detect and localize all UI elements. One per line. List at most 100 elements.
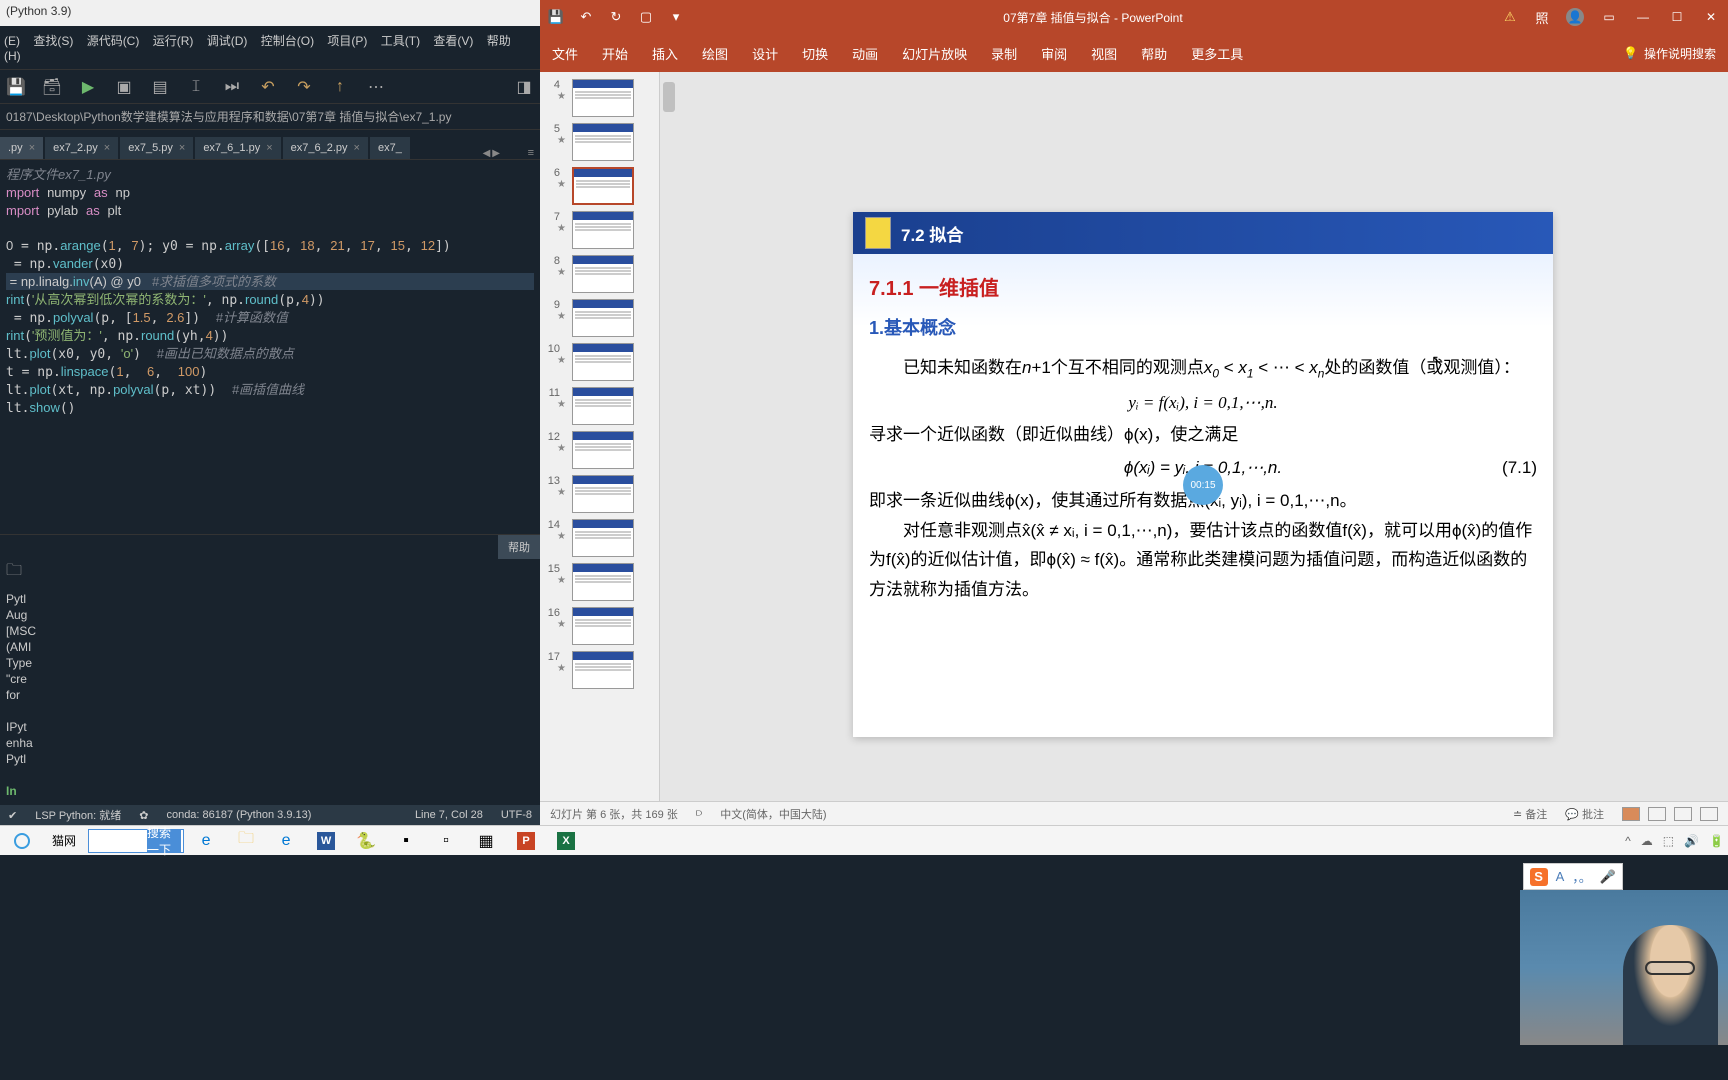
word-icon[interactable]: W [308, 828, 344, 854]
thumbnail-11[interactable]: 11★ [540, 384, 659, 428]
ime-mode[interactable]: A [1556, 869, 1565, 884]
mic-icon[interactable]: 🎤 [1600, 869, 1616, 885]
close-icon[interactable]: × [29, 142, 35, 154]
browser-tab[interactable]: 猫网 [44, 828, 84, 854]
reading-view-icon[interactable] [1674, 807, 1692, 821]
save-icon[interactable]: 💾 [8, 79, 24, 95]
volume-icon[interactable]: 🔊 [1684, 834, 1699, 848]
run-selection-icon[interactable]: ▤ [152, 79, 168, 95]
run-cell-icon[interactable]: ▣ [116, 79, 132, 95]
ie-icon[interactable] [4, 828, 40, 854]
comments-button[interactable]: 💬 批注 [1565, 806, 1604, 822]
slideshow-icon[interactable]: ▢ [638, 9, 654, 25]
app-icon[interactable]: ▫ [428, 828, 464, 854]
redo-icon[interactable]: ↷ [296, 79, 312, 95]
qat-more-icon[interactable]: ▾ [668, 9, 684, 25]
menu-debug[interactable]: 调试(D) [207, 34, 248, 48]
ie-icon-2[interactable]: e [268, 828, 304, 854]
current-slide[interactable]: 7.2 拟合 7.1.1 一维插值 1.基本概念 已知未知函数在n+1个互不相同… [853, 212, 1553, 737]
menu-run[interactable]: 运行(R) [153, 34, 194, 48]
menu-project[interactable]: 项目(P) [327, 34, 367, 48]
menu-tools[interactable]: 工具(T) [381, 34, 420, 48]
collapse-icon[interactable]: ≡ [528, 147, 534, 159]
ime-punct[interactable]: ，。 [1572, 867, 1592, 886]
ribbon-home[interactable]: 开始 [602, 44, 628, 63]
python-icon[interactable]: 🐍 [348, 828, 384, 854]
more-icon[interactable]: ⋯ [368, 79, 384, 95]
language-status[interactable]: 中文(简体，中国大陆) [720, 806, 826, 822]
thumb-scrollbar[interactable] [660, 72, 678, 801]
close-icon[interactable]: × [104, 142, 110, 154]
sorter-view-icon[interactable] [1648, 807, 1666, 821]
explorer-icon[interactable]: 🗀 [228, 828, 264, 854]
thumbnail-9[interactable]: 9★ [540, 296, 659, 340]
taskbar-search[interactable]: 搜索一下 [88, 829, 184, 853]
up-icon[interactable]: ↑ [332, 79, 348, 95]
save-all-icon[interactable]: 🗃 [44, 79, 60, 95]
thumbnail-7[interactable]: 7★ [540, 208, 659, 252]
maximize-icon[interactable]: ☐ [1668, 8, 1686, 26]
ribbon-options-icon[interactable]: ▭ [1600, 8, 1618, 26]
console-output[interactable]: Pytl Aug [MSC (AMI Type "cre for IPyt en… [0, 585, 540, 805]
thumbnail-16[interactable]: 16★ [540, 604, 659, 648]
ribbon-more[interactable]: 更多工具 [1191, 44, 1243, 63]
system-tray[interactable]: ^ ☁ ⬚ 🔊 🔋 [1625, 834, 1724, 848]
ribbon-animations[interactable]: 动画 [852, 44, 878, 63]
excel-icon[interactable]: X [548, 828, 584, 854]
tab-next-icon[interactable]: ▶ [492, 148, 500, 159]
tab-ex7-2[interactable]: ex7_2.py× [45, 137, 118, 159]
tray-up-icon[interactable]: ^ [1625, 834, 1631, 848]
terminal-icon[interactable]: ▪ [388, 828, 424, 854]
ribbon-view[interactable]: 视图 [1091, 44, 1117, 63]
tab-ex7-5[interactable]: ex7_5.py× [120, 137, 193, 159]
tab-ex7-1[interactable]: .py× [0, 137, 43, 159]
ide-menubar[interactable]: (E) 查找(S) 源代码(C) 运行(R) 调试(D) 控制台(O) 项目(P… [0, 26, 540, 70]
app-icon-2[interactable]: ▦ [468, 828, 504, 854]
thumbnail-17[interactable]: 17★ [540, 648, 659, 692]
ribbon-file[interactable]: 文件 [552, 44, 578, 63]
cursor-icon[interactable]: 𝙸 [188, 79, 204, 95]
thumbnail-10[interactable]: 10★ [540, 340, 659, 384]
notes-button[interactable]: ≐ 备注 [1513, 806, 1547, 822]
undo-icon[interactable]: ↶ [578, 9, 594, 25]
slide-counter[interactable]: 幻灯片 第 6 张，共 169 张 [550, 806, 678, 822]
ribbon-draw[interactable]: 绘图 [702, 44, 728, 63]
menu-view[interactable]: 查看(V) [433, 34, 473, 48]
accessibility-icon[interactable]: ⫐ [696, 807, 702, 820]
network-icon[interactable]: ⬚ [1663, 834, 1674, 848]
redo-icon[interactable]: ↻ [608, 9, 624, 25]
thumbnail-15[interactable]: 15★ [540, 560, 659, 604]
menu-find[interactable]: 查找(S) [33, 34, 73, 48]
undo-icon[interactable]: ↶ [260, 79, 276, 95]
sync-icon[interactable]: 照 [1534, 9, 1550, 25]
menu-console[interactable]: 控制台(O) [261, 34, 314, 48]
thumbnail-13[interactable]: 13★ [540, 472, 659, 516]
close-icon[interactable]: × [354, 142, 360, 154]
new-console-icon[interactable]: 🗀 [6, 559, 22, 586]
help-button[interactable]: 帮助 [498, 535, 540, 559]
debug-step-icon[interactable]: ⏭ [224, 79, 240, 95]
close-icon[interactable]: × [266, 142, 272, 154]
warning-icon[interactable]: ⚠ [1502, 9, 1518, 25]
thumbnail-14[interactable]: 14★ [540, 516, 659, 560]
slideshow-view-icon[interactable] [1700, 807, 1718, 821]
normal-view-icon[interactable] [1622, 807, 1640, 821]
ime-toolbar[interactable]: S A ，。 🎤 [1523, 863, 1623, 890]
thumbnail-12[interactable]: 12★ [540, 428, 659, 472]
close-icon[interactable]: ✕ [1702, 8, 1720, 26]
panel-icon[interactable]: ◨ [516, 79, 532, 95]
thumbnail-6[interactable]: 6★ [540, 164, 659, 208]
account-icon[interactable]: 👤 [1566, 8, 1584, 26]
save-icon[interactable]: 💾 [548, 9, 564, 25]
tell-me-search[interactable]: 💡 操作说明搜索 [1623, 45, 1716, 62]
battery-icon[interactable]: 🔋 [1709, 834, 1724, 848]
close-icon[interactable]: × [179, 142, 185, 154]
ribbon-review[interactable]: 审阅 [1041, 44, 1067, 63]
tab-ex7-6-2[interactable]: ex7_6_2.py× [283, 137, 368, 159]
menu-source[interactable]: 源代码(C) [87, 34, 140, 48]
ribbon-insert[interactable]: 插入 [652, 44, 678, 63]
minimize-icon[interactable]: — [1634, 8, 1652, 26]
run-icon[interactable]: ▶ [80, 79, 96, 95]
thumbnail-8[interactable]: 8★ [540, 252, 659, 296]
edge-icon[interactable]: e [188, 828, 224, 854]
